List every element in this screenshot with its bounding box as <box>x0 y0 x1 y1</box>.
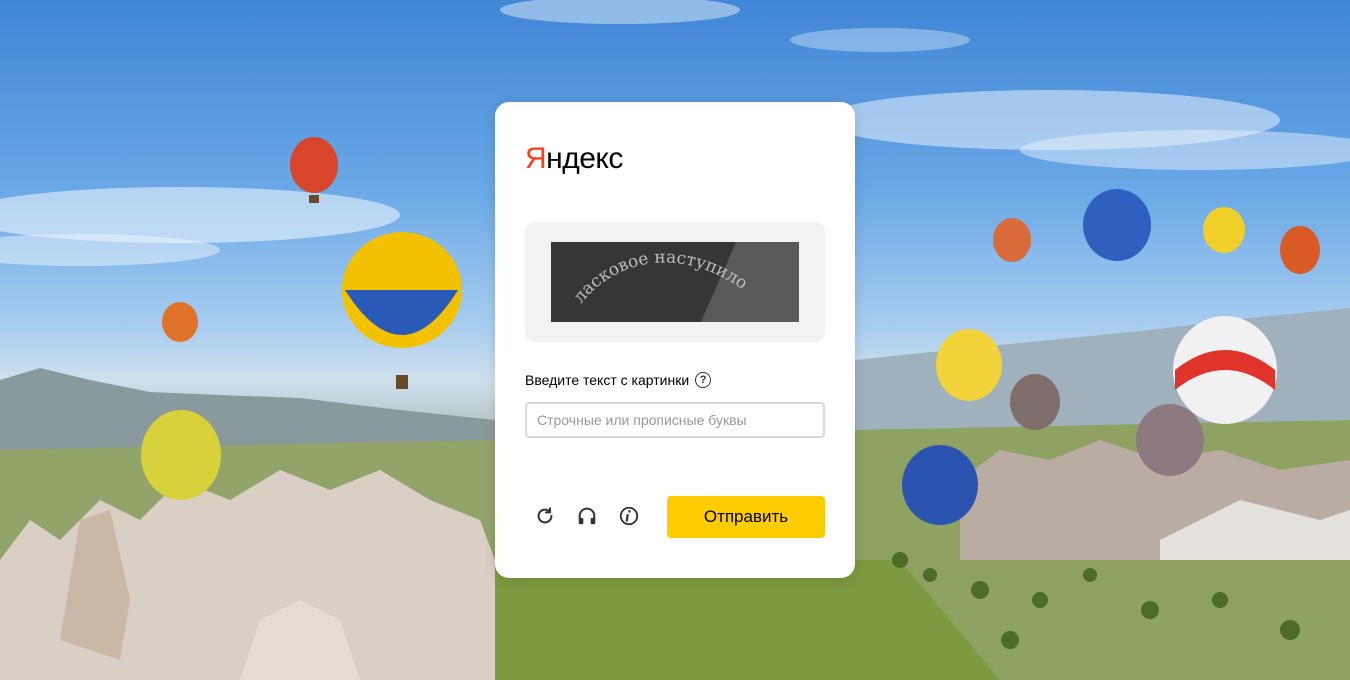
captcha-actions <box>533 504 641 528</box>
captcha-container: ласковое наступило <box>525 222 825 342</box>
captcha-prompt-label: Введите текст с картинки <box>525 372 690 388</box>
headphones-icon[interactable] <box>575 504 599 528</box>
captcha-image: ласковое наступило <box>551 242 799 322</box>
logo-first-letter: Я <box>525 142 547 175</box>
captcha-card: Яндекс ласковое наступило Введите текст … <box>495 102 855 578</box>
captcha-text-input[interactable] <box>525 402 825 438</box>
captcha-prompt: Введите текст с картинки ? <box>525 372 712 388</box>
yandex-logo[interactable]: Яндекс <box>525 142 623 176</box>
submit-button[interactable]: Отправить <box>667 496 825 538</box>
refresh-icon[interactable] <box>533 504 557 528</box>
info-icon[interactable] <box>617 504 641 528</box>
captcha-distorted-image: ласковое наступило <box>551 242 799 322</box>
help-icon[interactable]: ? <box>695 372 712 388</box>
logo-rest: ндекс <box>546 142 623 175</box>
